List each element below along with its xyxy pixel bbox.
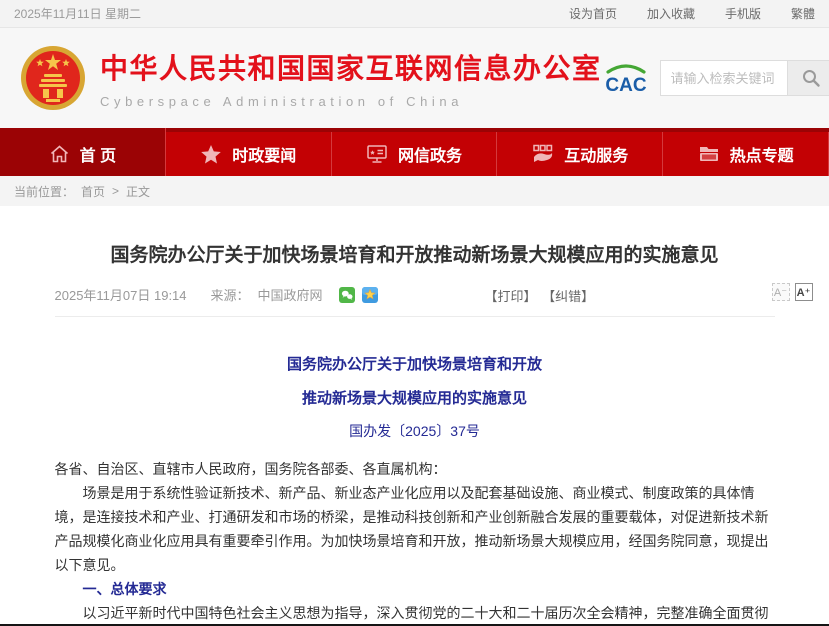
search-icon	[801, 68, 821, 88]
chat-icon	[531, 144, 554, 165]
wechat-share-icon[interactable]	[339, 287, 355, 303]
search-button[interactable]	[788, 60, 829, 96]
source-value: 中国政府网	[258, 285, 323, 304]
nav-item-egov[interactable]: 网信政务	[332, 132, 498, 176]
site-brand[interactable]: 中华人民共和国国家互联网信息办公室 Cyberspace Administrat…	[20, 45, 602, 111]
cac-logo: CAC	[602, 58, 650, 98]
publish-date: 2025年11月07日 19:14	[55, 285, 187, 304]
document-number: 国办发〔2025〕37号	[55, 421, 775, 441]
site-title-cn: 中华人民共和国国家互联网信息办公室	[100, 47, 602, 87]
salutation-paragraph: 各省、自治区、直辖市人民政府，国务院各部委、各直属机构：	[55, 457, 775, 481]
topbar-links: 设为首页 加入收藏 手机版 繁體	[539, 5, 815, 22]
national-emblem-icon	[20, 45, 86, 111]
section-heading: 一、总体要求	[55, 577, 775, 601]
nav-item-label: 网信政务	[398, 142, 462, 166]
nav-item-label: 互动服务	[564, 142, 628, 166]
folder-icon	[698, 144, 720, 164]
article-meta: 2025年11月07日 19:14 来源： 中国政府网	[55, 285, 775, 317]
monitor-icon	[366, 144, 388, 164]
site-title-en: Cyberspace Administration of China	[100, 94, 602, 109]
article-body: 各省、自治区、直辖市人民政府，国务院各部委、各直属机构： 场景是用于系统性验证新…	[55, 457, 775, 626]
source-label: 来源：	[211, 285, 250, 304]
error-report-button[interactable]: 【纠错】	[542, 289, 594, 304]
main-nav: 首 页 时政要闻 网信政务	[0, 128, 829, 176]
search-area: CAC	[602, 58, 829, 98]
nav-item-label: 热点专题	[730, 142, 794, 166]
add-favorite-link[interactable]: 加入收藏	[647, 5, 695, 22]
section-paragraph: 以习近平新时代中国特色社会主义思想为指导，深入贯彻党的二十大和二十届历次全会精神…	[55, 601, 775, 626]
font-increase-button[interactable]: A⁺	[795, 283, 813, 301]
nav-item-topics[interactable]: 热点专题	[663, 132, 829, 176]
page-title: 国务院办公厅关于加快场景培育和开放推动新场景大规模应用的实施意见	[55, 240, 775, 267]
article-container: 国务院办公厅关于加快场景培育和开放推动新场景大规模应用的实施意见 2025年11…	[55, 240, 775, 626]
document-heading: 国务院办公厅关于加快场景培育和开放 推动新场景大规模应用的实施意见 国办发〔20…	[55, 353, 775, 441]
breadcrumb-current: 正文	[126, 183, 150, 200]
top-utility-bar: 2025年11月11日 星期二 设为首页 加入收藏 手机版 繁體	[0, 0, 829, 28]
search-box	[660, 60, 829, 96]
search-input[interactable]	[660, 60, 788, 96]
nav-item-label: 时政要闻	[232, 142, 296, 166]
intro-paragraph: 场景是用于系统性验证新技术、新产品、新业态产业化应用以及配套基础设施、商业模式、…	[55, 481, 775, 577]
qzone-share-icon[interactable]	[362, 287, 378, 303]
home-icon	[49, 144, 70, 164]
nav-item-label: 首 页	[80, 142, 116, 166]
set-homepage-link[interactable]: 设为首页	[569, 5, 617, 22]
share-buttons	[339, 287, 378, 303]
breadcrumb-label: 当前位置：	[14, 183, 74, 200]
breadcrumb: 当前位置： 首页 > 正文	[0, 176, 829, 206]
svg-text:CAC: CAC	[605, 75, 646, 96]
traditional-chinese-link[interactable]: 繁體	[791, 5, 815, 22]
font-decrease-button[interactable]: A⁻	[772, 283, 790, 301]
site-header: 中华人民共和国国家互联网信息办公室 Cyberspace Administrat…	[0, 28, 829, 128]
breadcrumb-separator: >	[112, 184, 119, 198]
site-title-block: 中华人民共和国国家互联网信息办公室 Cyberspace Administrat…	[100, 47, 602, 109]
star-icon	[200, 144, 222, 165]
document-title-line1: 国务院办公厅关于加快场景培育和开放	[55, 353, 775, 374]
nav-item-interaction[interactable]: 互动服务	[497, 132, 663, 176]
print-button[interactable]: 【打印】	[485, 289, 537, 304]
breadcrumb-home-link[interactable]: 首页	[81, 183, 105, 200]
current-date: 2025年11月11日 星期二	[14, 5, 141, 22]
mobile-version-link[interactable]: 手机版	[725, 5, 761, 22]
font-size-controls: A⁻ A⁺	[772, 283, 813, 301]
nav-item-home[interactable]: 首 页	[0, 128, 166, 176]
page: 2025年11月11日 星期二 设为首页 加入收藏 手机版 繁體	[0, 0, 829, 626]
nav-item-news[interactable]: 时政要闻	[166, 132, 332, 176]
document-title-line2: 推动新场景大规模应用的实施意见	[55, 387, 775, 408]
article-actions: 【打印】 【纠错】	[485, 286, 597, 305]
